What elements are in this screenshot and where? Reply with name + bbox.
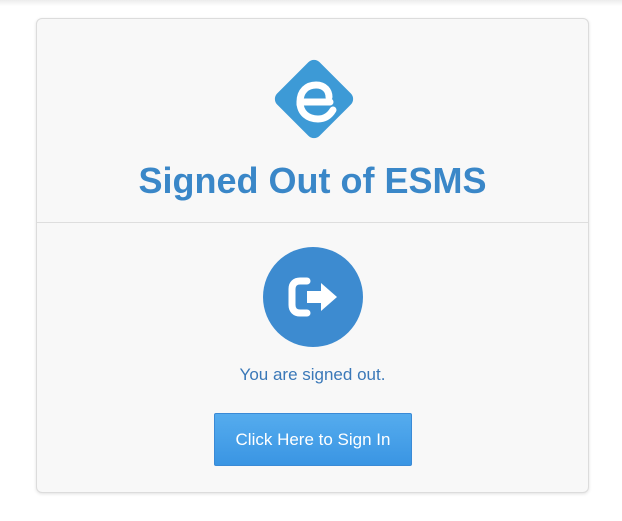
sign-in-button[interactable]: Click Here to Sign In [214,413,412,466]
sign-out-icon [263,247,363,347]
signout-card: Signed Out of ESMS You are signed out. C… [36,18,589,493]
top-shadow [0,0,622,6]
card-body: You are signed out. Click Here to Sign I… [37,223,588,493]
card-header: Signed Out of ESMS [37,19,588,223]
esms-logo-icon [272,57,356,141]
page-title: Signed Out of ESMS [138,160,487,201]
signed-out-message: You are signed out. [239,365,386,384]
